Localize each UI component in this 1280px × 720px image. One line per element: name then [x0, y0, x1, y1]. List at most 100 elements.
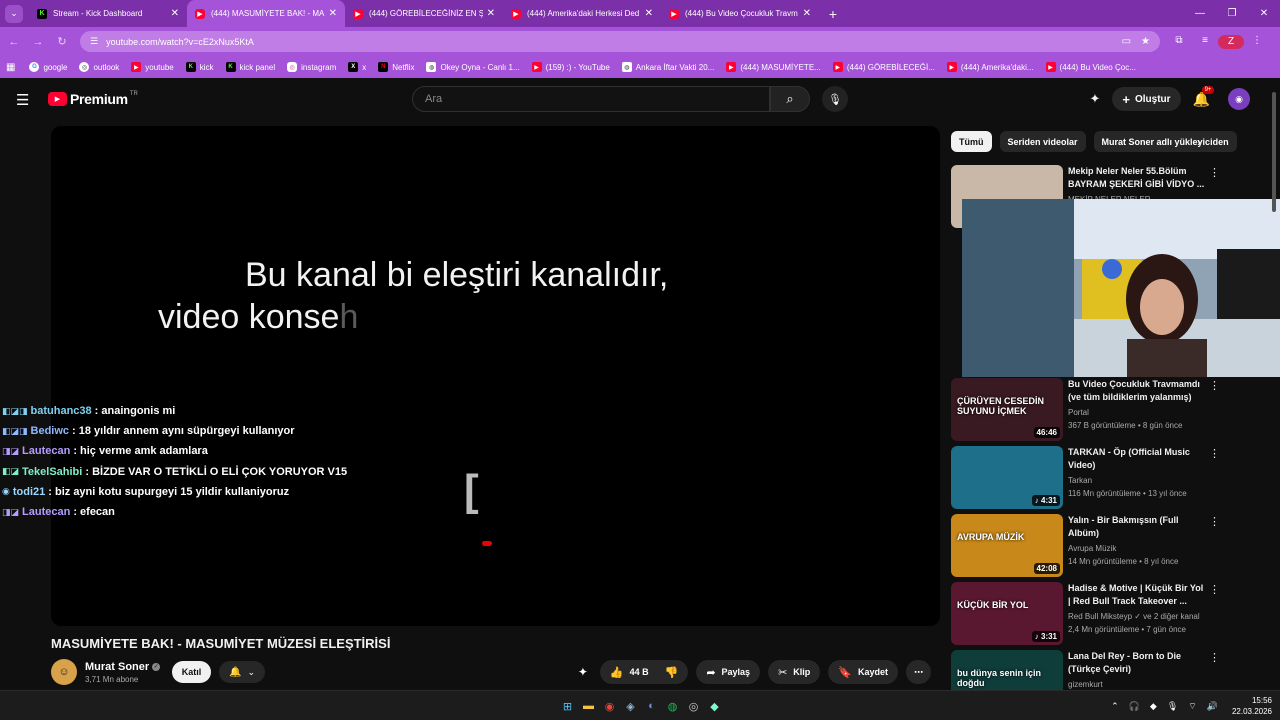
bookmark-item[interactable]: ▶ (444) GÖREBİLECEĞİ...: [832, 62, 935, 72]
tab-close-icon[interactable]: ✕: [329, 8, 337, 19]
streamlabs-icon[interactable]: ◆: [704, 696, 725, 716]
volume-icon[interactable]: 🔊: [1207, 701, 1218, 712]
more-vert-icon[interactable]: ⋮: [1209, 166, 1220, 179]
tab-search-icon[interactable]: ⌄: [5, 4, 23, 23]
obs-icon[interactable]: ◎: [683, 696, 704, 716]
app-tray-icon[interactable]: ◆: [1150, 701, 1157, 712]
bookmark-item[interactable]: ▶ (444) Bu Video Çoc...: [1045, 62, 1136, 72]
bracket-graphic: [: [464, 466, 479, 515]
more-vert-icon[interactable]: ⋮: [1209, 379, 1220, 392]
filter-chip[interactable]: Murat Soner adlı yükleyiciden: [1093, 131, 1237, 152]
more-actions-button[interactable]: ⋯: [906, 660, 931, 684]
menu-kebab-icon[interactable]: ⋮: [1244, 35, 1270, 49]
forward-icon[interactable]: →: [26, 36, 50, 48]
tab-close-icon[interactable]: ✕: [803, 8, 811, 19]
thumbs-down-icon[interactable]: 👎: [665, 666, 679, 679]
save-button[interactable]: 🔖 Kaydet: [828, 660, 898, 684]
tab-close-icon[interactable]: ✕: [487, 8, 495, 19]
maximize-icon[interactable]: ❐: [1216, 0, 1248, 27]
wifi-icon[interactable]: ⌔: [1188, 701, 1196, 712]
recommended-video[interactable]: AVRUPA MÜZİK 42:08 Yalın - Bir Bakmışsın (…: [951, 514, 1221, 578]
bookmark-item[interactable]: ▶ (159) :) - YouTube: [531, 62, 610, 72]
microphone-icon[interactable]: 🎙: [1167, 701, 1178, 712]
bookmark-item[interactable]: ◎ instagram: [287, 62, 336, 72]
gemini-sparkle-icon[interactable]: ✦: [1090, 91, 1101, 107]
more-vert-icon[interactable]: ⋮: [1209, 515, 1220, 528]
file-explorer-icon[interactable]: ▬: [578, 696, 599, 716]
browser-tab[interactable]: ▶ (444) MASUMİYETE BAK! - MA ✕: [187, 0, 345, 27]
browser-tab[interactable]: K Stream - Kick Dashboard ✕: [29, 0, 187, 27]
spotify-icon[interactable]: ◍: [662, 696, 683, 716]
video-thumbnail[interactable]: AVRUPA MÜZİK 42:08: [951, 514, 1063, 577]
video-player[interactable]: Bu kanal bi eleştiri kanalıdır, video ko…: [51, 126, 940, 626]
voice-search-icon[interactable]: 🎙: [822, 86, 848, 112]
reload-icon[interactable]: ↻: [50, 35, 74, 48]
clock[interactable]: 15:56 22.03.2026: [1232, 695, 1272, 717]
bookmark-item[interactable]: ◍ Okey Oyna - Canlı 1...: [426, 62, 520, 72]
chat-username: Bediwc: [30, 425, 70, 438]
more-vert-icon[interactable]: ⋮: [1209, 583, 1220, 596]
bookmark-item[interactable]: ▶ (444) MASUMİYETE...: [726, 62, 821, 72]
browser-tab[interactable]: ▶ (444) Amerika'daki Herkesi Ded ✕: [503, 0, 661, 27]
close-window-icon[interactable]: ✕: [1248, 0, 1280, 27]
account-avatar[interactable]: ◉: [1228, 88, 1250, 110]
bookmark-item[interactable]: Ggoogle: [29, 62, 67, 72]
bookmark-item[interactable]: ▶ youtube: [131, 62, 174, 72]
video-thumbnail[interactable]: KÜÇÜK BİR YOL ♪ 3:31: [951, 582, 1063, 645]
site-info-icon[interactable]: ☰: [90, 36, 98, 47]
join-button[interactable]: Katıl: [172, 661, 211, 683]
search-button[interactable]: ⌕: [770, 86, 810, 112]
ask-sparkle-icon[interactable]: ✦: [578, 665, 588, 679]
url-bar[interactable]: ☰ youtube.com/watch?v=cE2xNux5KtA ▭ ★: [80, 31, 1160, 52]
new-tab-button[interactable]: +: [823, 6, 843, 22]
recommended-video[interactable]: ÇÜRÜYEN CESEDİN SUYUNU İÇMEK 46:46 Bu Vide…: [951, 378, 1221, 442]
subscription-bell-button[interactable]: 🔔 ⌄: [219, 661, 265, 683]
minimize-icon[interactable]: —: [1184, 0, 1216, 27]
back-icon[interactable]: ←: [2, 36, 26, 48]
extensions-icon[interactable]: ⧉: [1166, 35, 1192, 49]
bookmark-item[interactable]: N Netflix: [378, 62, 414, 72]
browser-tab[interactable]: ▶ (444) Bu Video Çocukluk Travm ✕: [661, 0, 819, 27]
share-button[interactable]: ➦ Paylaş: [696, 660, 761, 684]
clip-button[interactable]: ✂ Klip: [768, 660, 821, 684]
recommended-video[interactable]: KÜÇÜK BİR YOL ♪ 3:31 Hadise & Motive | Küç…: [951, 582, 1221, 646]
bookmark-item[interactable]: ◍ Ankara İftar Vakti 20...: [621, 62, 714, 72]
steam-icon[interactable]: ◈: [620, 696, 641, 716]
bookmark-item[interactable]: Kkick: [185, 62, 214, 72]
bookmark-item[interactable]: ◎ outlook: [79, 62, 119, 72]
channel-avatar[interactable]: ☺: [51, 659, 77, 685]
tab-close-icon[interactable]: ✕: [171, 8, 179, 19]
video-thumbnail[interactable]: ♪ 4:31: [951, 446, 1063, 509]
tab-close-icon[interactable]: ✕: [645, 8, 653, 19]
bookmark-item[interactable]: ▶ (444) Amerika'daki...: [946, 62, 1034, 72]
scrollbar-thumb[interactable]: [1272, 92, 1276, 212]
bookmark-item[interactable]: Xx: [348, 62, 366, 72]
cast-icon[interactable]: ▭: [1122, 36, 1131, 47]
video-thumbnail[interactable]: ÇÜRÜYEN CESEDİN SUYUNU İÇMEK 46:46: [951, 378, 1063, 441]
bookmark-item[interactable]: Kkick panel: [225, 62, 275, 72]
hamburger-menu-icon[interactable]: ☰: [16, 91, 29, 109]
recommended-video[interactable]: ♪ 4:31 TARKAN - Öp (Official Music Video)…: [951, 446, 1221, 510]
notifications-bell-icon[interactable]: 🔔 9+: [1193, 85, 1215, 108]
channel-name[interactable]: Murat Soner ✓: [85, 661, 161, 673]
more-vert-icon[interactable]: ⋮: [1209, 651, 1220, 664]
more-vert-icon[interactable]: ⋮: [1209, 447, 1220, 460]
tray-chevron-icon[interactable]: ⌃: [1111, 701, 1119, 712]
search-input[interactable]: Ara: [412, 86, 770, 112]
like-button[interactable]: 👍 44 B 👎: [599, 660, 689, 684]
chevron-right-icon[interactable]: ›: [1197, 135, 1201, 149]
youtube-logo[interactable]: ▶ Premium TR: [48, 91, 138, 107]
profile-button[interactable]: Z: [1218, 34, 1244, 49]
reading-list-icon[interactable]: ≡: [1192, 35, 1218, 49]
headset-icon[interactable]: 🎧: [1129, 701, 1140, 712]
filter-chip[interactable]: Seriden videolar: [999, 131, 1086, 152]
page-scrollbar[interactable]: [1271, 82, 1277, 690]
apps-grid-icon[interactable]: ▦: [6, 62, 15, 73]
bookmark-star-icon[interactable]: ★: [1141, 36, 1150, 47]
create-button[interactable]: + Oluştur: [1112, 87, 1181, 111]
filter-chip[interactable]: Tümü: [951, 131, 992, 152]
browser-tab[interactable]: ▶ (444) GÖREBİLECEĞİNİZ EN ŞEY ✕: [345, 0, 503, 27]
discord-icon[interactable]: ◐: [641, 696, 662, 716]
chrome-icon[interactable]: ◉: [599, 696, 620, 716]
windows-icon[interactable]: ⊞: [557, 696, 578, 716]
